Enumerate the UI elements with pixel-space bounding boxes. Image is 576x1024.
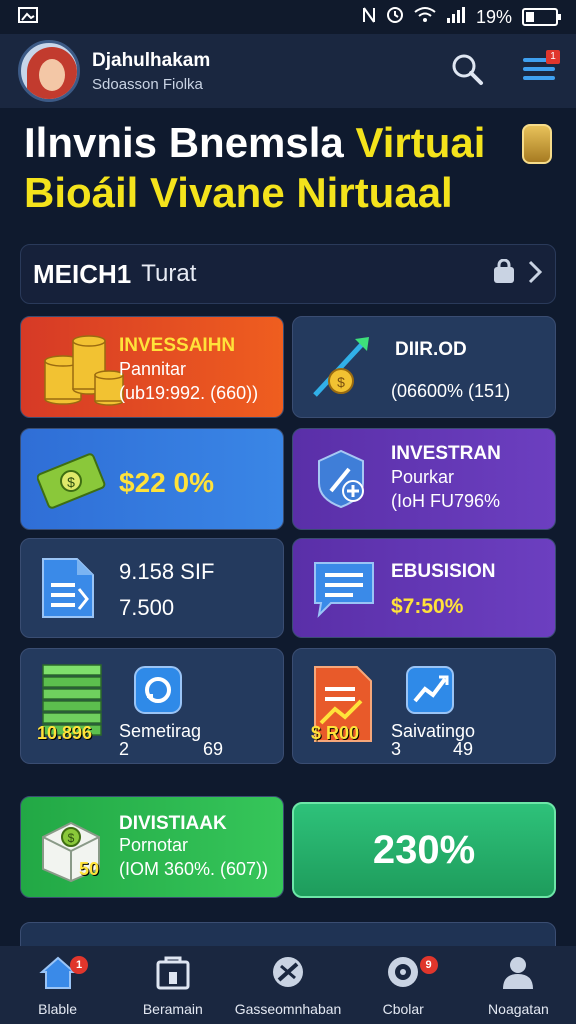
avatar[interactable]	[18, 40, 80, 102]
return-value: 230%	[372, 827, 476, 872]
card-title: EBUSISION	[391, 561, 496, 582]
card-title: 9.158 SIF	[119, 559, 215, 584]
svg-text:$: $	[68, 831, 75, 845]
investment-card-1[interactable]: INVESSAIHN Pannitar (ub19:992. (660))	[20, 316, 284, 418]
nav-label-home: Blable	[38, 1000, 78, 1017]
lock-icon[interactable]	[491, 258, 517, 290]
svg-text:$: $	[67, 474, 75, 490]
nav-item-goals[interactable]: 9 Cbolar	[346, 946, 461, 1024]
card-subtitle: Pannitar	[119, 359, 187, 379]
investment-card-4[interactable]: INVESTRAN Pourkar (IoH FU796%	[292, 428, 556, 530]
settings-app-icon	[133, 665, 183, 720]
card-value: (06600% (151)	[391, 381, 511, 401]
app-header: Djahulhakam Sdoasson Fiolka 1	[0, 34, 576, 108]
card-value: $22 0%	[119, 467, 214, 498]
signal-icon	[446, 6, 466, 29]
section-subtitle: Turat	[141, 260, 197, 287]
trend-app-icon	[405, 665, 455, 720]
coin-jar-icon	[522, 124, 552, 164]
search-button[interactable]	[448, 52, 486, 90]
hero-line1-white: Ilnvnis Bnemsla	[24, 119, 344, 166]
section-title: MEICH1	[33, 258, 132, 289]
card-title: INVESTRAN	[391, 443, 501, 464]
card-subtitle: Pourkar	[391, 467, 455, 487]
card-value: (ub19:992. (660))	[119, 383, 259, 403]
card-badge: 50	[79, 859, 100, 879]
tool-icon	[269, 954, 307, 995]
nav-label-tools: Gasseomnhaban	[234, 1000, 342, 1017]
menu-button[interactable]: 1	[520, 50, 560, 90]
nfc-icon	[362, 6, 376, 29]
cash-icon: $	[36, 449, 107, 516]
section-header[interactable]: MEICH1 Turat	[20, 244, 556, 304]
investment-card-5[interactable]: 9.158 SIF 7.500	[20, 538, 284, 638]
card-number-2: 49	[453, 739, 474, 759]
card-subtitle: Pornotar	[119, 835, 189, 855]
shield-tools-icon	[311, 447, 375, 516]
hero-line2: Bioáil Vivane Nirtuaal	[24, 169, 453, 216]
status-indicators: 19%	[362, 6, 561, 29]
investment-card-9[interactable]: $ 50 DIVISTIAAK Pornotar (IOM 360%. (607…	[20, 796, 284, 898]
hero-line1-yellow: Virtuai	[355, 119, 486, 166]
store-icon	[154, 954, 192, 995]
search-icon	[450, 52, 484, 91]
card-title: DIVISTIAAK	[119, 813, 227, 834]
alarm-icon	[386, 6, 404, 29]
profile-icon	[500, 954, 536, 995]
nav-label-profile: Noagatan	[488, 1000, 549, 1017]
card-value: (IoH FU796%	[391, 491, 501, 511]
investment-card-7[interactable]: 10.896 Semetirag 2 69	[20, 648, 284, 764]
card-value: (IOM 360%. (607))	[119, 859, 269, 879]
wifi-icon	[414, 6, 436, 29]
card-label: Semetirag	[119, 721, 202, 741]
target-icon	[384, 954, 422, 995]
card-number-1: 3	[391, 739, 402, 759]
investment-card-3[interactable]: $ $22 0%	[20, 428, 284, 530]
card-badge: 10.896	[37, 723, 93, 743]
investment-card-8[interactable]: $ R00 Saivatingo 3 49	[292, 648, 556, 764]
bottom-navigation: 1 Blable Beramain Gasseomnhaban 9 Cbolar…	[0, 946, 576, 1024]
chat-list-icon	[311, 559, 377, 626]
growth-coin-icon: $	[309, 331, 375, 408]
investment-card-2[interactable]: $ DIIR.OD (06600% (151)	[292, 316, 556, 418]
card-title: DIIR.OD	[395, 339, 467, 360]
card-badge: $ R00	[311, 723, 360, 743]
user-name: Djahulhakam	[92, 49, 211, 71]
coin-stack-icon	[41, 331, 125, 412]
status-bar: 19%	[0, 0, 576, 34]
nav-item-store[interactable]: Beramain	[115, 946, 230, 1024]
card-number-2: 69	[203, 739, 224, 759]
card-value: $7:50%	[391, 595, 464, 618]
nav-badge-home: 1	[70, 956, 88, 974]
chevron-right-icon[interactable]	[527, 259, 543, 290]
nav-label-store: Beramain	[142, 1000, 203, 1017]
user-subtitle: Sdoasson Fiolka	[92, 75, 203, 93]
document-icon	[39, 555, 97, 626]
battery-percent: 19%	[475, 6, 512, 27]
nav-item-profile[interactable]: Noagatan	[461, 946, 576, 1024]
nav-badge-goals: 9	[419, 956, 438, 974]
hero-title: Ilnvnis Bnemsla Virtuai Bioáil Vivane Ni…	[24, 118, 564, 218]
card-title: INVESSAIHN	[119, 335, 236, 356]
nav-item-home[interactable]: 1 Blable	[0, 946, 115, 1024]
user-info: Djahulhakam Sdoasson Fiolka	[92, 50, 210, 93]
battery-icon	[522, 8, 561, 26]
gallery-icon	[18, 6, 38, 28]
menu-badge: 1	[546, 50, 560, 64]
svg-text:$: $	[337, 374, 345, 390]
nav-label-goals: Cbolar	[382, 1000, 424, 1017]
nav-item-tools[interactable]: Gasseomnhaban	[230, 946, 345, 1024]
card-value: 7.500	[119, 595, 175, 620]
return-button[interactable]: 230%	[292, 802, 556, 898]
investment-card-6[interactable]: EBUSISION $7:50%	[292, 538, 556, 638]
card-number-1: 2	[119, 739, 130, 759]
